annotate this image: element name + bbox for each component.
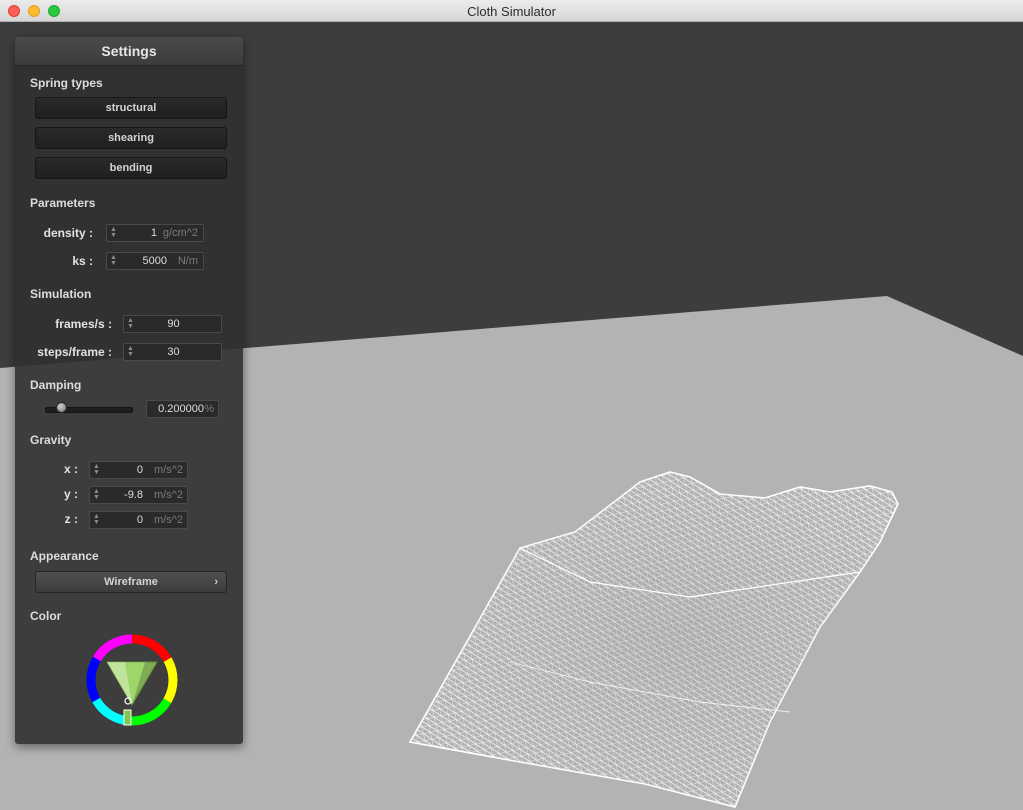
damping-field[interactable]: 0.200000 %: [146, 400, 219, 418]
steps-per-frame-value: 30: [167, 346, 180, 358]
window-title: Cloth Simulator: [467, 4, 556, 19]
ks-label: ks :: [72, 254, 93, 268]
frames-per-second-value: 90: [167, 318, 180, 330]
gravity-x-field[interactable]: ▲ ▼ 0 m/s^2: [89, 461, 188, 479]
gravity-y-field[interactable]: ▲ ▼ -9.8 m/s^2: [89, 486, 188, 504]
appearance-popup-label: Wireframe: [104, 576, 158, 588]
density-field[interactable]: ▲ ▼ 1 g/cm^2: [106, 224, 204, 242]
settings-panel-header[interactable]: Settings: [15, 37, 243, 66]
ks-value: 5000: [142, 255, 167, 267]
gravity-y-label: y :: [63, 487, 78, 501]
steps-per-frame-field[interactable]: ▲ ▼ 30: [123, 343, 222, 361]
settings-panel: Settings Spring types structural shearin…: [15, 37, 243, 744]
density-value: 1: [150, 227, 157, 239]
ks-unit: N/m: [177, 255, 198, 267]
damping-unit: %: [204, 403, 214, 415]
gravity-x-value: 0: [136, 464, 143, 476]
steps-per-frame-label: steps/frame :: [37, 345, 112, 359]
gravity-y-stepper-icon[interactable]: ▲ ▼: [93, 488, 100, 501]
simulation-heading: Simulation: [30, 287, 92, 301]
color-heading: Color: [30, 609, 62, 623]
ks-stepper-icon[interactable]: ▲ ▼: [110, 254, 117, 267]
density-label: density :: [43, 226, 93, 240]
parameters-heading: Parameters: [30, 196, 96, 210]
shearing-button[interactable]: shearing: [35, 127, 227, 149]
chevron-right-icon: ›: [214, 576, 218, 588]
gravity-x-stepper-icon[interactable]: ▲ ▼: [93, 463, 100, 476]
frames-per-second-label: frames/s :: [55, 317, 112, 331]
density-stepper-icon[interactable]: ▲ ▼: [110, 226, 117, 239]
appearance-popup-button[interactable]: Wireframe ›: [35, 571, 227, 593]
ks-field[interactable]: ▲ ▼ 5000 N/m: [106, 252, 204, 270]
damping-value: 0.200000: [158, 403, 204, 415]
bending-button[interactable]: bending: [35, 157, 227, 179]
density-unit: g/cm^2: [162, 227, 198, 239]
gravity-z-stepper-icon[interactable]: ▲ ▼: [93, 513, 100, 526]
title-bar: Cloth Simulator: [0, 0, 1023, 22]
gravity-z-unit: m/s^2: [154, 514, 183, 526]
appearance-heading: Appearance: [30, 549, 99, 563]
gravity-y-value: -9.8: [124, 489, 143, 501]
damping-heading: Damping: [30, 378, 82, 392]
frames-per-second-field[interactable]: ▲ ▼ 90: [123, 315, 222, 333]
gravity-x-label: x :: [63, 462, 78, 476]
gravity-z-label: z :: [64, 512, 78, 526]
spring-types-heading: Spring types: [30, 76, 103, 90]
color-wheel[interactable]: [85, 633, 179, 727]
gravity-y-unit: m/s^2: [154, 489, 183, 501]
gravity-z-value: 0: [136, 514, 143, 526]
gravity-z-field[interactable]: ▲ ▼ 0 m/s^2: [89, 511, 188, 529]
gravity-heading: Gravity: [30, 433, 72, 447]
hue-selector-marker[interactable]: [123, 709, 132, 726]
structural-button[interactable]: structural: [35, 97, 227, 119]
gravity-x-unit: m/s^2: [154, 464, 183, 476]
